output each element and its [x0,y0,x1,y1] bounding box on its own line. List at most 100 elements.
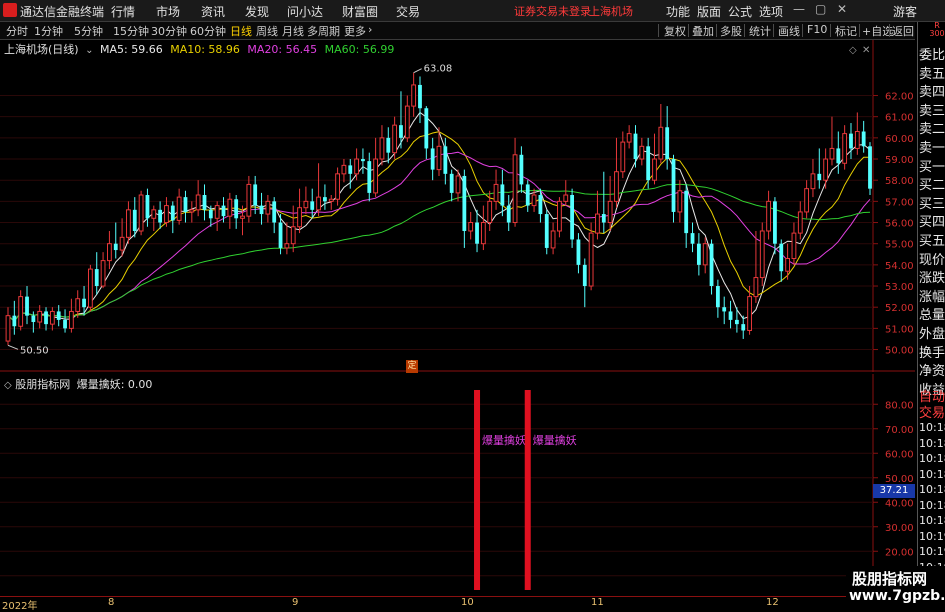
period-1min[interactable]: 1分钟 [34,23,63,39]
candle-body [100,260,106,287]
menu-shichang[interactable]: 市场 [156,3,180,20]
menu-gongshi[interactable]: 公式 [728,3,752,20]
top-menu-bar: 通达信金融终端 行情 市场 资讯 发现 问小达 财富圈 交易 证券交易未登录 上… [0,0,945,22]
signal-bars: 爆量擒妖 爆量擒妖 [474,390,577,590]
period-monthly[interactable]: 月线 [282,23,304,39]
candle-body [63,319,67,329]
period-multi[interactable]: 多周期 [307,23,340,39]
menu-gongneng[interactable]: 功能 [666,3,690,20]
period-more[interactable]: 更多 [344,23,366,39]
trade-time: 10:18 [919,452,945,465]
indicator-tick-label: 40.00 [885,498,914,509]
watermark-title: 股朋指标网 [852,570,928,588]
candle [512,137,518,227]
candle-body [138,194,144,232]
candle [132,197,137,238]
menu-faxian[interactable]: 发现 [245,3,269,20]
candle [570,188,575,248]
candle [234,195,239,229]
position-marker[interactable]: 定 [406,360,418,373]
tool-diejia[interactable]: 叠加 [692,23,714,39]
ma20-label: MA20: 56.45 [247,43,318,56]
candle [373,137,379,198]
candle-body [525,184,530,206]
indicator-chart[interactable]: 80.0070.0060.0050.0040.0030.0020.0010.00… [0,374,915,596]
candle-body [614,171,619,202]
candle [265,195,271,223]
candlestick-chart[interactable]: 62.00 61.00 60.00 59.00 58.00 57.00 56.00 55.00… [0,40,915,372]
candle-body [696,243,701,265]
price-tick-label: 50.00 [885,346,914,357]
candle [646,137,651,189]
candle [791,222,797,265]
indicator-name: 爆量擒妖: 0.00 [76,378,153,391]
menu-hangqing[interactable]: 行情 [111,3,135,20]
candle-body [576,239,581,265]
ma5-label: MA5: 59.66 [99,43,163,56]
guest-label[interactable]: 游客 [893,3,917,20]
period-5min[interactable]: 5分钟 [74,23,103,39]
trade-label[interactable]: 交易 [919,402,945,421]
tool-biaoji[interactable]: 标记 [835,23,857,39]
quote-field-label: 买四 [919,215,945,231]
tool-fuquan[interactable]: 复权 [664,23,686,39]
maximize-icon[interactable]: ▢ [815,2,826,16]
tool-fanhui[interactable]: 返回 [892,23,914,39]
candle-body [323,197,327,202]
date-label: 2022年 [2,601,38,612]
candle-body [766,200,771,232]
candle [868,142,872,196]
quote-field-label: 卖四 [919,85,945,101]
indicator-tick-label: 60.00 [885,449,914,460]
menu-wenxiaoda[interactable]: 问小达 [287,3,323,20]
candle-body [227,198,233,217]
candle-body [455,175,461,194]
candle [639,137,645,166]
candle-body [506,205,511,223]
candle [404,95,410,143]
candle-body [639,145,645,160]
candle-body [367,161,372,193]
period-30min[interactable]: 30分钟 [151,23,187,39]
low-pointer [7,344,19,350]
low-label: 50.50 [20,345,49,356]
current-value-badge: 37.21 [873,484,915,498]
chevron-right-icon[interactable]: › [368,23,372,36]
candle-body [265,200,271,215]
trade-time: 10:18 [919,498,945,512]
candle-body [297,207,302,228]
legend-toggle-icon[interactable]: ⌄ [85,45,93,56]
candle-body [436,145,442,171]
tool-tongji[interactable]: 统计 [749,23,771,39]
candle [493,169,499,210]
candle-body [797,211,803,234]
period-15min[interactable]: 15分钟 [113,23,149,39]
tool-huaxian[interactable]: 画线 [778,23,800,39]
period-fenshi[interactable]: 分时 [6,23,28,39]
menu-zixun[interactable]: 资讯 [201,3,225,20]
period-daily[interactable]: 日线 [230,23,252,39]
menu-jiaoyi[interactable]: 交易 [396,3,420,20]
candle [607,175,613,231]
menu-xuanxiang[interactable]: 选项 [759,3,783,20]
tool-duogu[interactable]: 多股 [720,23,742,39]
minimize-icon[interactable]: — [793,2,805,16]
login-warning[interactable]: 证券交易未登录 [514,3,591,19]
price-tick-label: 54.00 [885,261,914,272]
signal-label: 爆量擒妖 [482,433,526,447]
menu-caifuquan[interactable]: 财富圈 [342,3,378,20]
candle-body [449,173,454,193]
close-icon[interactable]: ✕ [837,2,847,16]
candle [145,188,150,227]
period-60min[interactable]: 60分钟 [190,23,226,39]
indicator-toggle-icon[interactable]: ◇ [4,380,12,391]
ma20-line [7,151,871,322]
candle-body [12,315,17,327]
candle [87,264,93,312]
tool-f10[interactable]: F10 [807,23,827,36]
candle-body [18,296,24,327]
candle-body [671,159,676,212]
menu-banmian[interactable]: 版面 [697,3,721,20]
candle-body [310,201,315,210]
period-weekly[interactable]: 周线 [256,23,278,39]
